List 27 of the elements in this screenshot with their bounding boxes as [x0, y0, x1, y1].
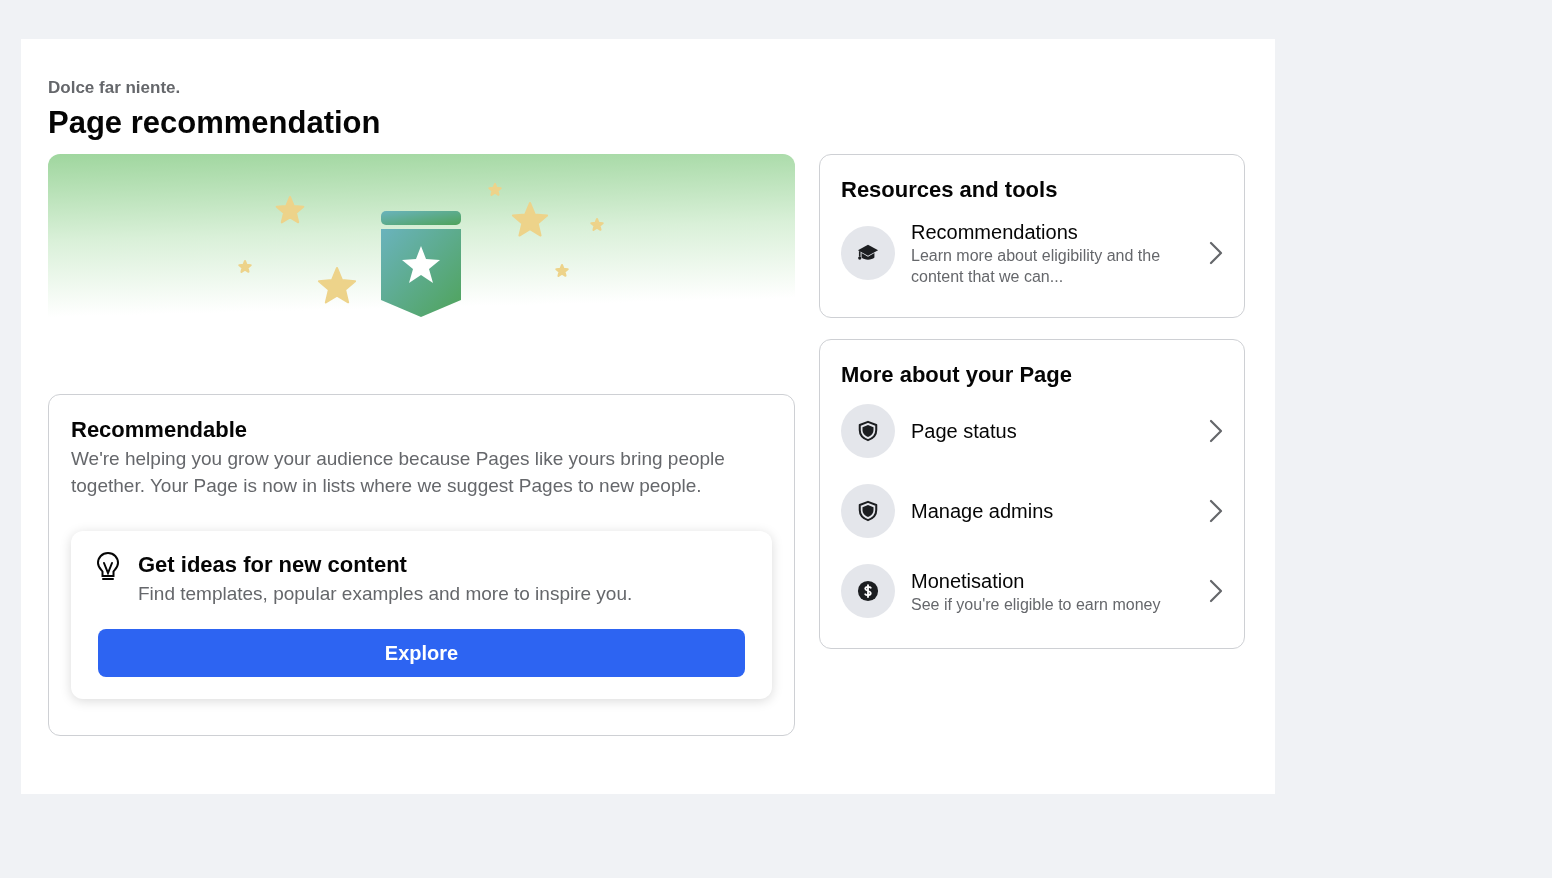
- section-title: Resources and tools: [841, 176, 1059, 204]
- shield-icon: [857, 500, 879, 522]
- menu-item[interactable]: Page status: [841, 404, 1223, 458]
- status-title: Recommendable: [71, 417, 249, 443]
- menu-item[interactable]: Recommendations Learn more about eligibility and the content that we can...: [841, 219, 1223, 287]
- page-subtitle: Dolce far niente.: [48, 77, 182, 99]
- shield-icon: [857, 420, 879, 442]
- chevron-right-icon: [1209, 499, 1223, 523]
- item-label: Recommendations: [911, 220, 1079, 245]
- status-description: We're helping you grow your audience because Pages like yours bring people together. Your Page is now in lists where we suggest Pages to new people.: [71, 447, 726, 498]
- item-label: Monetisation: [911, 568, 1026, 594]
- item-description: Learn more about eligibility and the content that we can...: [911, 246, 1162, 287]
- item-label: Manage admins: [911, 499, 1055, 524]
- page-title: Page recommendation: [48, 104, 382, 142]
- menu-item[interactable]: Monetisation See if you're eligible to earn money: [841, 564, 1223, 618]
- explore-button[interactable]: Explore: [98, 629, 745, 677]
- item-label: Page status: [911, 419, 1018, 444]
- dollar-icon: [857, 580, 879, 602]
- chevron-right-icon: [1209, 241, 1223, 265]
- ideas-description: Find templates, popular examples and more to inspire you.: [138, 582, 633, 606]
- chevron-right-icon: [1209, 579, 1223, 603]
- item-description: See if you're eligible to earn money: [911, 594, 1162, 615]
- chevron-right-icon: [1209, 419, 1223, 443]
- lightbulb-icon: [96, 551, 120, 583]
- section-title: More about your Page: [841, 361, 1074, 389]
- menu-item[interactable]: Manage admins: [841, 484, 1223, 538]
- ideas-title: Get ideas for new content: [138, 551, 408, 579]
